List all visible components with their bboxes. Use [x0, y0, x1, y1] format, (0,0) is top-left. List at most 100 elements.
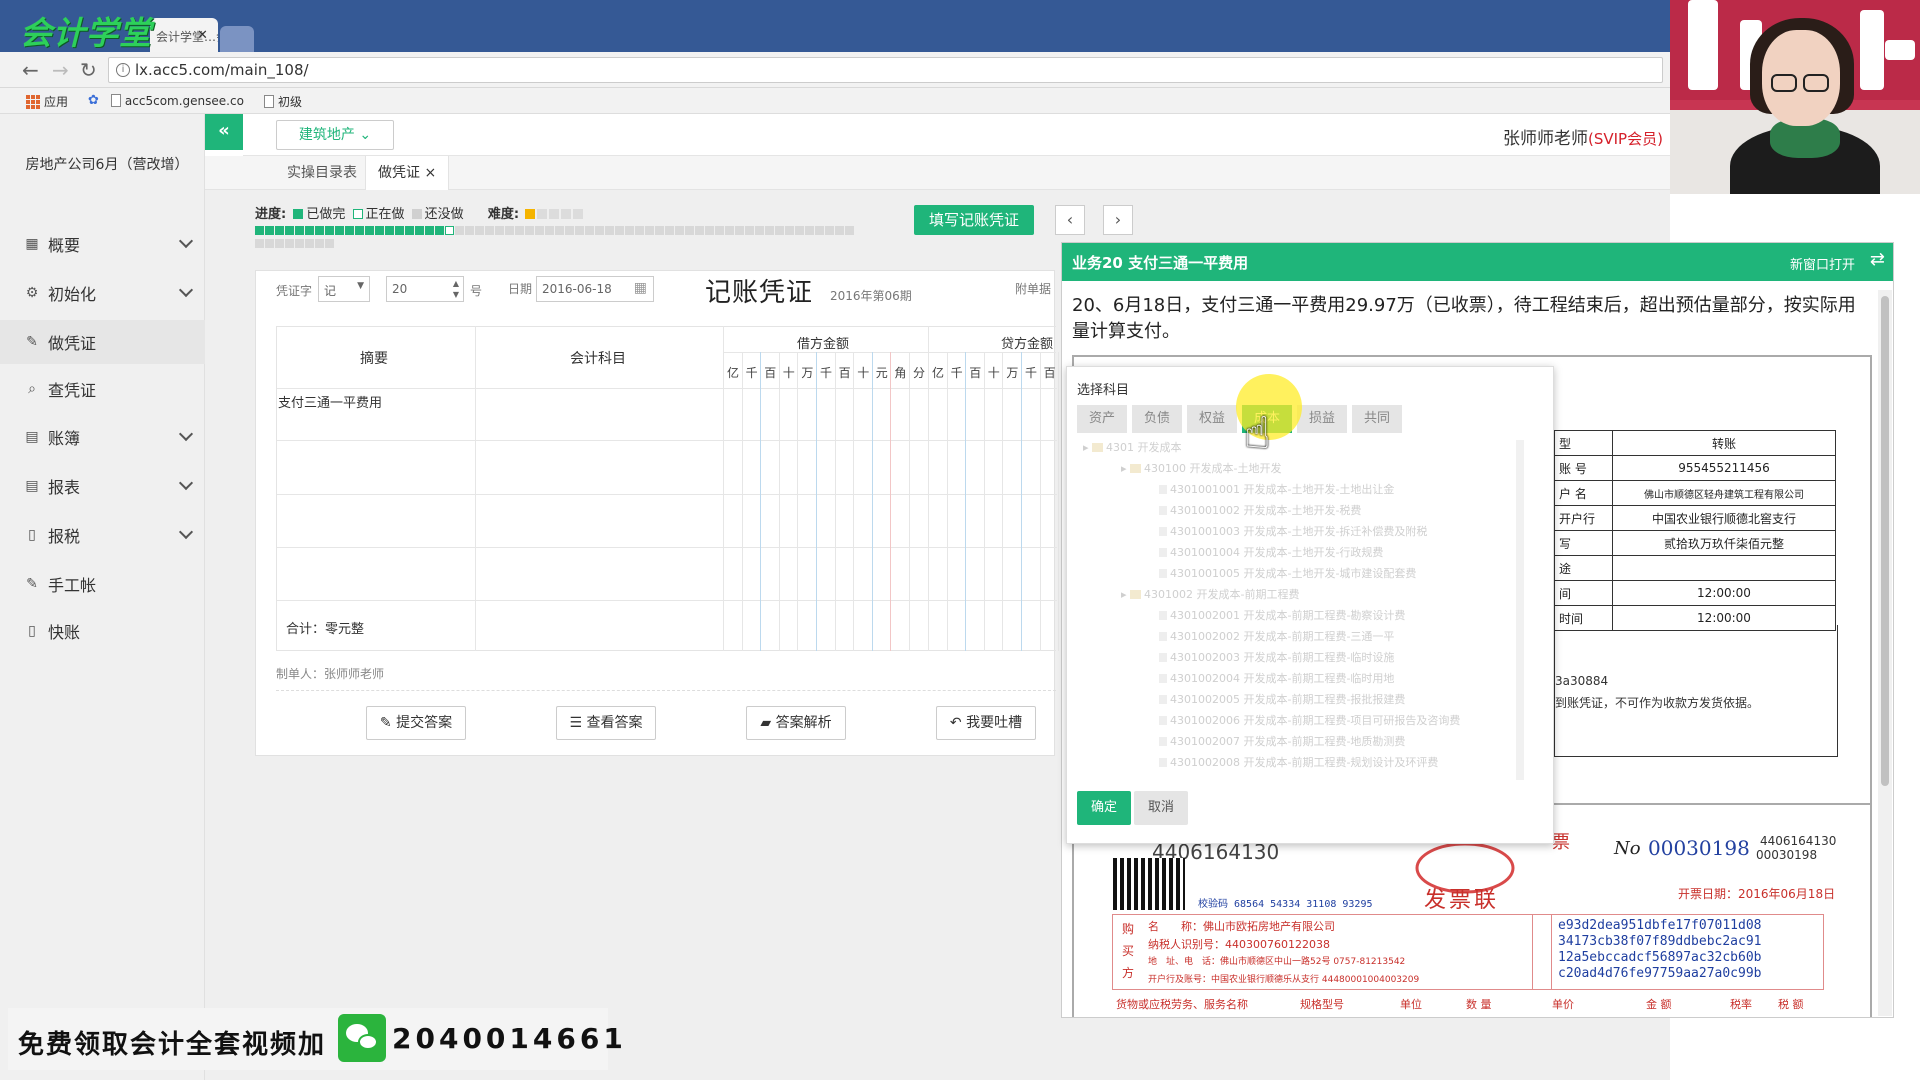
- progress-step[interactable]: [775, 226, 784, 235]
- progress-step[interactable]: [845, 226, 854, 235]
- progress-step[interactable]: [265, 239, 274, 248]
- date-field[interactable]: 2016-06-18 ▦: [536, 276, 654, 302]
- tab-catalog[interactable]: 实操目录表: [275, 156, 369, 190]
- progress-step[interactable]: [535, 226, 544, 235]
- next-button[interactable]: ›: [1103, 205, 1133, 235]
- forward-icon[interactable]: →: [52, 58, 69, 82]
- progress-step[interactable]: [625, 226, 634, 235]
- subject-tree[interactable]: ▸ 4301 开发成本 ▸ 430100 开发成本-土地开发 4301001001 …: [1077, 437, 1537, 777]
- fill-voucher-button[interactable]: 填写记账凭证: [914, 205, 1034, 235]
- subject-tree-node[interactable]: 4301001003 开发成本-土地开发-拆迁补偿费及附税: [1159, 523, 1427, 539]
- bookmark-gensee[interactable]: ✿ acc5com.gensee.co: [88, 93, 244, 108]
- progress-step[interactable]: [345, 226, 354, 235]
- sidebar-item-init[interactable]: ⚙ 初始化: [0, 271, 205, 315]
- scrollbar-thumb[interactable]: [1881, 296, 1889, 786]
- subject-tree-node[interactable]: 4301002002 开发成本-前期工程费-三通一平: [1159, 628, 1394, 644]
- back-icon[interactable]: ←: [22, 58, 39, 82]
- progress-step[interactable]: [605, 226, 614, 235]
- calendar-icon[interactable]: ▦: [634, 280, 647, 296]
- sidebar-item-make-voucher[interactable]: ✎ 做凭证: [0, 320, 205, 364]
- stepper-arrows-icon[interactable]: ▲ ▼: [453, 278, 459, 300]
- progress-step[interactable]: [295, 239, 304, 248]
- tab-common[interactable]: 共同: [1352, 405, 1402, 433]
- progress-step[interactable]: [325, 239, 334, 248]
- sidebar-item-query-voucher[interactable]: ⌕ 查凭证: [0, 367, 205, 411]
- progress-step[interactable]: [415, 226, 424, 235]
- progress-step[interactable]: [475, 226, 484, 235]
- subject-tree-node[interactable]: 4301002004 开发成本-前期工程费-临时用地: [1159, 670, 1394, 686]
- task-panel-scrollbar[interactable]: [1878, 290, 1892, 1016]
- progress-step[interactable]: [315, 226, 324, 235]
- subject-tree-node[interactable]: 4301002005 开发成本-前期工程费-报批报建费: [1159, 691, 1405, 707]
- progress-step[interactable]: [265, 226, 274, 235]
- sidebar-item-reports[interactable]: ▤ 报表: [0, 464, 205, 508]
- progress-step[interactable]: [655, 226, 664, 235]
- subject-tree-node[interactable]: 4301001001 开发成本-土地开发-土地出让金: [1159, 481, 1394, 497]
- subject-tree-node[interactable]: 4301002008 开发成本-前期工程费-规划设计及环评费: [1159, 754, 1438, 770]
- progress-step[interactable]: [565, 226, 574, 235]
- progress-step[interactable]: [375, 226, 384, 235]
- bookmark-apps[interactable]: 应用: [26, 93, 68, 110]
- answer-analysis-button[interactable]: ▰ 答案解析: [746, 706, 846, 740]
- progress-step[interactable]: [675, 226, 684, 235]
- progress-step[interactable]: [445, 226, 454, 235]
- reload-icon[interactable]: ↻: [80, 58, 97, 82]
- user-name[interactable]: 张师师老师(SVIP会员): [1503, 124, 1663, 149]
- progress-step[interactable]: [425, 226, 434, 235]
- progress-step[interactable]: [355, 226, 364, 235]
- progress-step[interactable]: [705, 226, 714, 235]
- confirm-button[interactable]: 确定: [1077, 791, 1131, 825]
- tree-scrollbar[interactable]: [1516, 440, 1524, 780]
- open-new-window-link[interactable]: 新窗口打开: [1790, 254, 1855, 273]
- expand-icon[interactable]: ▸: [1083, 441, 1092, 454]
- subject-tree-node[interactable]: 4301001002 开发成本-土地开发-税费: [1159, 502, 1361, 518]
- subject-tree-node[interactable]: ▸ 4301002 开发成本-前期工程费: [1121, 586, 1300, 602]
- progress-step[interactable]: [255, 226, 264, 235]
- progress-step[interactable]: [435, 226, 444, 235]
- progress-step[interactable]: [715, 226, 724, 235]
- tab-assets[interactable]: 资产: [1077, 405, 1127, 433]
- close-icon[interactable]: ×: [424, 165, 436, 181]
- tab-liabilities[interactable]: 负债: [1132, 405, 1182, 433]
- progress-step[interactable]: [485, 226, 494, 235]
- progress-step[interactable]: [595, 226, 604, 235]
- progress-step[interactable]: [455, 226, 464, 235]
- progress-step[interactable]: [335, 226, 344, 235]
- tab-close-icon[interactable]: ✕: [197, 28, 208, 43]
- sidebar-collapse-button[interactable]: «: [205, 114, 243, 150]
- progress-step[interactable]: [695, 226, 704, 235]
- url-field[interactable]: i lx.acc5.com/main_108/: [108, 57, 1663, 83]
- submit-answer-button[interactable]: ✎ 提交答案: [366, 706, 466, 740]
- progress-step[interactable]: [825, 226, 834, 235]
- sidebar-item-tax[interactable]: ▯ 报税: [0, 513, 205, 557]
- progress-step[interactable]: [635, 226, 644, 235]
- progress-step[interactable]: [545, 226, 554, 235]
- cancel-button[interactable]: 取消: [1134, 791, 1188, 825]
- subject-tree-node[interactable]: 4301002001 开发成本-前期工程费-勘察设计费: [1159, 607, 1405, 623]
- progress-step[interactable]: [285, 226, 294, 235]
- summary-cell[interactable]: 支付三通一平费用: [278, 392, 382, 411]
- progress-step[interactable]: [795, 226, 804, 235]
- progress-step[interactable]: [505, 226, 514, 235]
- tab-make-voucher[interactable]: 做凭证 ×: [365, 156, 450, 190]
- tab-equity[interactable]: 权益: [1187, 405, 1237, 433]
- voucher-word-select[interactable]: 记 ▼: [318, 276, 370, 302]
- progress-step[interactable]: [495, 226, 504, 235]
- progress-step[interactable]: [285, 239, 294, 248]
- info-icon[interactable]: i: [116, 63, 130, 77]
- progress-step[interactable]: [755, 226, 764, 235]
- progress-step[interactable]: [385, 226, 394, 235]
- sidebar-item-overview[interactable]: ▦ 概要: [0, 222, 205, 266]
- subject-tree-node[interactable]: ▸ 4301 开发成本: [1083, 439, 1182, 455]
- subject-tree-node[interactable]: 4301002007 开发成本-前期工程费-地质勘测费: [1159, 733, 1405, 749]
- progress-step[interactable]: [405, 226, 414, 235]
- progress-step[interactable]: [305, 226, 314, 235]
- progress-step[interactable]: [395, 226, 404, 235]
- progress-step[interactable]: [585, 226, 594, 235]
- progress-step[interactable]: [745, 226, 754, 235]
- progress-step[interactable]: [645, 226, 654, 235]
- subject-tree-node[interactable]: 4301001005 开发成本-土地开发-城市建设配套费: [1159, 565, 1416, 581]
- progress-step[interactable]: [255, 239, 264, 248]
- tab-profit-loss[interactable]: 损益: [1297, 405, 1347, 433]
- subject-tree-node[interactable]: 4301002009 开发成本-前期工程费-其他: [1159, 775, 1372, 777]
